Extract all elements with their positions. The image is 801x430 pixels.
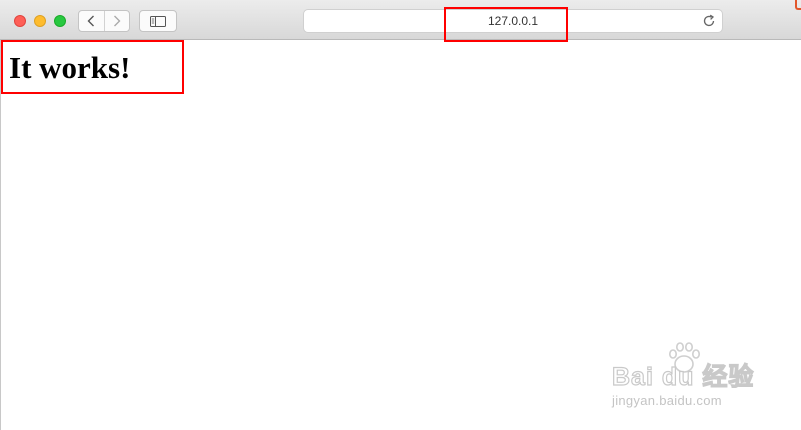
heading-highlight-box xyxy=(1,40,184,94)
forward-button[interactable] xyxy=(103,11,130,31)
browser-window: 127.0.0.1 It works! Bai du 经验 jingyan.ba… xyxy=(0,0,801,430)
baidu-watermark: Bai du 经验 jingyan.baidu.com xyxy=(611,342,762,415)
browser-toolbar: 127.0.0.1 xyxy=(0,0,801,40)
window-edge xyxy=(0,40,1,430)
reload-icon[interactable] xyxy=(702,14,716,28)
back-button[interactable] xyxy=(79,11,104,31)
window-corner-mark xyxy=(795,0,801,10)
watermark-site: jingyan.baidu.com xyxy=(612,393,722,408)
close-window-button[interactable] xyxy=(14,15,26,27)
back-arrow-icon xyxy=(87,15,95,27)
sidebar-toggle-button[interactable] xyxy=(139,10,177,32)
address-highlight-box xyxy=(444,7,568,42)
watermark-brand: Bai du 经验 xyxy=(611,362,755,391)
sidebar-icon xyxy=(150,15,166,27)
minimize-window-button[interactable] xyxy=(34,15,46,27)
maximize-window-button[interactable] xyxy=(54,15,66,27)
navigation-buttons xyxy=(78,10,130,32)
forward-arrow-icon xyxy=(113,15,121,27)
